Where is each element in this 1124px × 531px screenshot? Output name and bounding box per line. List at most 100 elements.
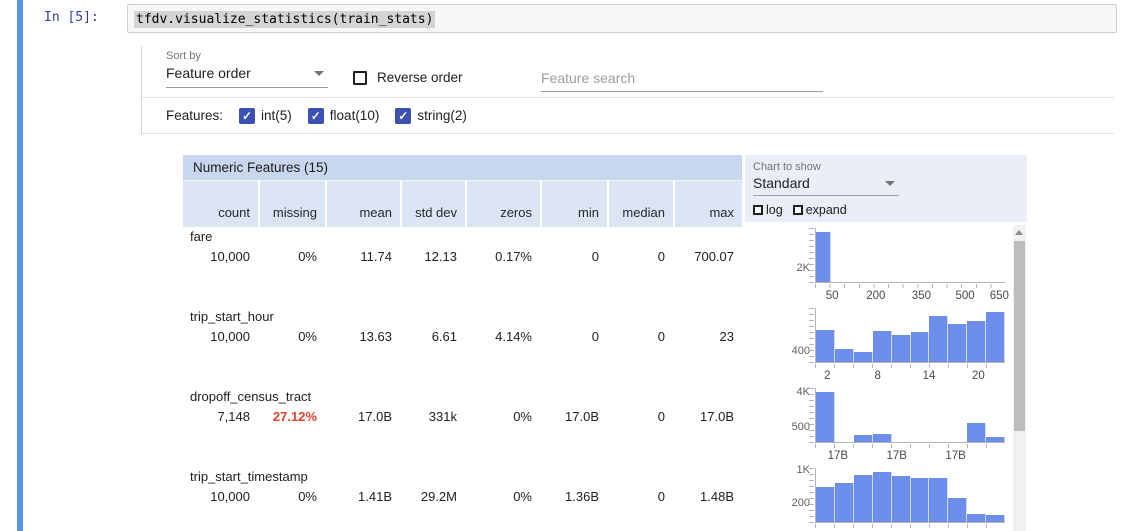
stat-value: 0 [607, 407, 673, 427]
stat-value: 0 [540, 247, 607, 267]
chevron-down-icon [885, 181, 895, 186]
histogram-bars [816, 468, 1005, 522]
stat-value: 12.13 [400, 247, 465, 267]
stat-value: 27.12% [258, 407, 325, 427]
histogram-plot [815, 388, 1005, 443]
stat-value: 1.36B [540, 487, 607, 507]
sort-by-value: Feature order [166, 65, 251, 81]
sort-row: Sort by Feature order Reverse order Feat… [142, 46, 1114, 98]
histogram-bar [873, 331, 892, 362]
checkbox-unchecked-icon[interactable] [353, 71, 367, 85]
histogram-bars [816, 228, 1005, 282]
expand-checkbox[interactable]: expand [793, 203, 847, 217]
x-axis-ticks [815, 284, 1005, 288]
features-row: Features: ✓int(5)✓float(10)✓string(2) [142, 98, 1114, 134]
checkbox-checked-icon[interactable]: ✓ [308, 108, 324, 124]
x-axis-label: 8 [874, 370, 880, 382]
column-header: count [183, 181, 258, 227]
feature-stats: 7,14827.12%17.0B331k0%17.0B017.0B [183, 407, 742, 427]
histogram-bar [967, 321, 986, 362]
feature-name: trip_start_hour [183, 307, 742, 327]
x-axis-label: 17B [886, 450, 906, 462]
feature-filter-label: string(2) [417, 108, 467, 123]
x-axis-label: 14 [923, 370, 936, 382]
feature-filter-checkbox[interactable]: ✓ string(2) [395, 108, 467, 124]
expand-label: expand [806, 203, 847, 217]
y-axis-label: 4K [760, 386, 810, 398]
feature-search-input[interactable]: Feature search [541, 66, 823, 92]
y-axis-label: 200 [760, 497, 810, 509]
histogram-bar [967, 423, 986, 442]
reverse-order-checkbox[interactable]: Reverse order [353, 70, 463, 85]
stat-value: 23 [673, 327, 742, 347]
stat-value: 6.61 [400, 327, 465, 347]
histogram-fare: 2K50200350500650 [750, 228, 1008, 316]
x-axis-ticks [815, 524, 1005, 528]
histogram-plot [815, 228, 1005, 283]
feature-filter-label: float(10) [330, 108, 380, 123]
y-axis-ruler [809, 228, 814, 283]
chart-to-show-label: Chart to show [745, 155, 1027, 173]
histogram-bar [892, 335, 911, 362]
stat-value: 0.17% [465, 247, 540, 267]
feature-stats: 10,0000%1.41B29.2M0%1.36B01.48B [183, 487, 742, 507]
feature-filter-checkbox[interactable]: ✓ float(10) [308, 108, 380, 124]
checkbox-checked-icon[interactable]: ✓ [239, 108, 255, 124]
y-axis-label: 1K [760, 464, 810, 476]
stat-value: 0% [465, 487, 540, 507]
stat-value: 331k [400, 407, 465, 427]
feature-type-filters: ✓ int(5) ✓ float(10) ✓ string(2) [239, 108, 467, 124]
stat-value: 0 [607, 487, 673, 507]
jupyter-notebook-cell: In [5]: tfdv.visualize_statistics(train_… [0, 0, 1124, 531]
table-body: fare10,0000%11.7412.130.17%00700.07trip_… [183, 227, 742, 531]
x-axis-label: 500 [956, 290, 975, 302]
stat-value: 1.41B [325, 487, 400, 507]
stat-value: 17.0B [540, 407, 607, 427]
code-input-area[interactable]: tfdv.visualize_statistics(train_stats) [127, 4, 1117, 33]
stat-value: 1.48B [673, 487, 742, 507]
histogram-bar [986, 515, 1005, 523]
sort-by-select[interactable]: Feature order [166, 65, 328, 88]
y-axis-ruler [809, 308, 814, 363]
checkbox-checked-icon[interactable]: ✓ [395, 108, 411, 124]
histogram-bar [929, 316, 948, 362]
stat-value: 0% [465, 407, 540, 427]
checkbox-unchecked-icon[interactable] [753, 205, 763, 215]
table-row: fare10,0000%11.7412.130.17%00700.07 [183, 227, 742, 307]
histogram-bar [986, 437, 1005, 442]
histogram-bar [967, 514, 986, 522]
chart-panel: Chart to show Standard log expand [745, 155, 1027, 222]
histogram-bar [816, 232, 831, 282]
code-text[interactable]: tfdv.visualize_statistics(train_stats) [134, 11, 435, 28]
stat-value: 17.0B [325, 407, 400, 427]
table-header: countmissingmeanstd devzerosminmedianmax [183, 181, 742, 227]
table-row: trip_start_hour10,0000%13.636.614.14%002… [183, 307, 742, 387]
x-axis-label: 17B [828, 450, 848, 462]
vertical-scrollbar[interactable] [1013, 225, 1026, 531]
column-header: mean [325, 181, 400, 227]
column-header: max [673, 181, 742, 227]
feature-filter-label: int(5) [261, 108, 292, 123]
histogram-bar [948, 324, 967, 362]
selected-cell-indicator [17, 0, 23, 531]
histogram-trip_start_hour: 400281420 [750, 308, 1008, 396]
x-axis-label: 2 [824, 370, 830, 382]
histogram-bar [911, 332, 930, 362]
log-checkbox[interactable]: log [753, 203, 783, 217]
chart-to-show-select[interactable]: Standard [753, 175, 899, 196]
stat-value: 10,000 [183, 247, 258, 267]
y-axis-label: 2K [760, 262, 810, 274]
scrollbar-thumb[interactable] [1014, 241, 1025, 431]
x-axis-label: 50 [826, 290, 839, 302]
stat-value: 13.63 [325, 327, 400, 347]
sort-by-label: Sort by [166, 50, 352, 62]
input-prompt: In [5]: [44, 10, 99, 25]
scroll-up-icon[interactable] [1015, 230, 1023, 235]
x-axis-ticks [815, 364, 1005, 368]
x-axis-label: 20 [972, 370, 985, 382]
checkbox-unchecked-icon[interactable] [793, 205, 803, 215]
stat-value: 0 [607, 327, 673, 347]
feature-filter-checkbox[interactable]: ✓ int(5) [239, 108, 292, 124]
log-label: log [766, 203, 783, 217]
column-header: missing [258, 181, 325, 227]
